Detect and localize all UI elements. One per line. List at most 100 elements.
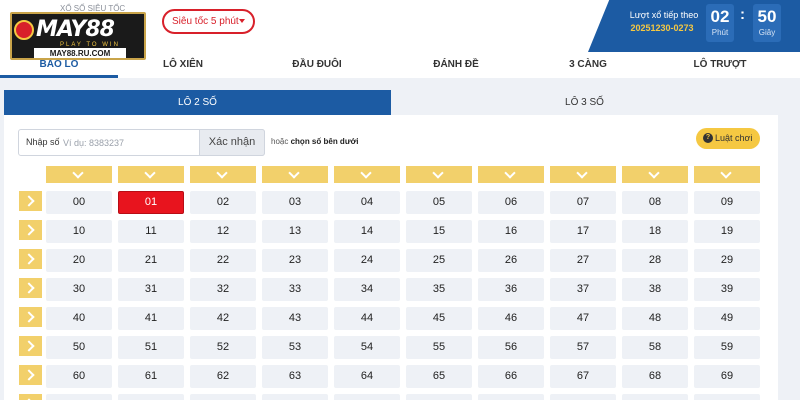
number-cell-45[interactable]: 45 [406,307,472,330]
number-cell-14[interactable]: 14 [334,220,400,243]
number-cell-30[interactable]: 30 [46,278,112,301]
number-cell-62[interactable]: 62 [190,365,256,388]
number-cell-38[interactable]: 38 [622,278,688,301]
number-cell-69[interactable]: 69 [694,365,760,388]
number-cell-09[interactable]: 09 [694,191,760,214]
number-cell-02[interactable]: 02 [190,191,256,214]
number-cell-08[interactable]: 08 [622,191,688,214]
column-select-6[interactable] [478,166,544,183]
column-select-7[interactable] [550,166,616,183]
tab-3-cang[interactable]: 3 CÀNG [538,59,638,70]
number-cell-03[interactable]: 03 [262,191,328,214]
number-cell-44[interactable]: 44 [334,307,400,330]
row-select-6[interactable] [19,365,42,385]
number-cell-77[interactable]: 77 [550,394,616,400]
number-cell-06[interactable]: 06 [478,191,544,214]
number-cell-00[interactable]: 00 [46,191,112,214]
column-select-5[interactable] [406,166,472,183]
number-cell-11[interactable]: 11 [118,220,184,243]
number-cell-36[interactable]: 36 [478,278,544,301]
number-cell-29[interactable]: 29 [694,249,760,272]
number-cell-13[interactable]: 13 [262,220,328,243]
column-select-4[interactable] [334,166,400,183]
number-cell-78[interactable]: 78 [622,394,688,400]
row-select-5[interactable] [19,336,42,356]
number-cell-21[interactable]: 21 [118,249,184,272]
number-cell-54[interactable]: 54 [334,336,400,359]
number-cell-04[interactable]: 04 [334,191,400,214]
number-input[interactable] [63,134,198,152]
column-select-8[interactable] [622,166,688,183]
number-cell-37[interactable]: 37 [550,278,616,301]
number-cell-28[interactable]: 28 [622,249,688,272]
number-cell-22[interactable]: 22 [190,249,256,272]
number-cell-33[interactable]: 33 [262,278,328,301]
number-cell-27[interactable]: 27 [550,249,616,272]
tab-dau-duoi[interactable]: ĐẦU ĐUÔI [267,59,367,70]
number-cell-48[interactable]: 48 [622,307,688,330]
number-cell-79[interactable]: 79 [694,394,760,400]
tab-bao-lo[interactable]: BAO LÔ [0,59,118,70]
brand-logo[interactable]: MAY88 PLAY TO WIN MAY88.RU.COM [10,12,146,60]
row-select-0[interactable] [19,191,42,211]
number-cell-52[interactable]: 52 [190,336,256,359]
number-cell-63[interactable]: 63 [262,365,328,388]
number-cell-40[interactable]: 40 [46,307,112,330]
column-select-1[interactable] [118,166,184,183]
number-cell-76[interactable]: 76 [478,394,544,400]
number-cell-58[interactable]: 58 [622,336,688,359]
number-cell-72[interactable]: 72 [190,394,256,400]
number-cell-32[interactable]: 32 [190,278,256,301]
number-cell-18[interactable]: 18 [622,220,688,243]
number-cell-16[interactable]: 16 [478,220,544,243]
tab-danh-de[interactable]: ĐÁNH ĐỀ [406,59,506,70]
number-cell-47[interactable]: 47 [550,307,616,330]
tab-lo-xien[interactable]: LÔ XIÊN [133,59,233,70]
number-cell-15[interactable]: 15 [406,220,472,243]
number-cell-31[interactable]: 31 [118,278,184,301]
number-cell-70[interactable]: 70 [46,394,112,400]
number-cell-49[interactable]: 49 [694,307,760,330]
number-cell-01[interactable]: 01 [118,191,184,214]
number-cell-25[interactable]: 25 [406,249,472,272]
row-select-2[interactable] [19,249,42,269]
number-cell-68[interactable]: 68 [622,365,688,388]
number-cell-10[interactable]: 10 [46,220,112,243]
number-cell-43[interactable]: 43 [262,307,328,330]
number-cell-26[interactable]: 26 [478,249,544,272]
number-cell-55[interactable]: 55 [406,336,472,359]
column-select-3[interactable] [262,166,328,183]
number-cell-50[interactable]: 50 [46,336,112,359]
number-cell-67[interactable]: 67 [550,365,616,388]
number-cell-46[interactable]: 46 [478,307,544,330]
confirm-button[interactable]: Xác nhận [199,129,265,156]
number-cell-34[interactable]: 34 [334,278,400,301]
row-select-4[interactable] [19,307,42,327]
number-cell-05[interactable]: 05 [406,191,472,214]
rules-button[interactable]: ? Luật chơi [696,128,760,149]
number-cell-41[interactable]: 41 [118,307,184,330]
number-cell-75[interactable]: 75 [406,394,472,400]
number-cell-61[interactable]: 61 [118,365,184,388]
subtab-lo-3-so[interactable]: LÔ 3 SỐ [391,90,778,115]
number-cell-39[interactable]: 39 [694,278,760,301]
number-cell-07[interactable]: 07 [550,191,616,214]
speed-select[interactable]: Siêu tốc 5 phút [162,9,255,34]
number-cell-73[interactable]: 73 [262,394,328,400]
column-select-0[interactable] [46,166,112,183]
tab-lo-truot[interactable]: LÔ TRƯỢT [670,59,770,70]
number-cell-35[interactable]: 35 [406,278,472,301]
row-select-7[interactable] [19,394,42,400]
number-cell-57[interactable]: 57 [550,336,616,359]
column-select-9[interactable] [694,166,760,183]
number-cell-71[interactable]: 71 [118,394,184,400]
number-cell-20[interactable]: 20 [46,249,112,272]
subtab-lo-2-so[interactable]: LÔ 2 SỐ [4,90,391,115]
number-cell-42[interactable]: 42 [190,307,256,330]
number-cell-24[interactable]: 24 [334,249,400,272]
row-select-1[interactable] [19,220,42,240]
number-cell-51[interactable]: 51 [118,336,184,359]
number-cell-60[interactable]: 60 [46,365,112,388]
number-cell-66[interactable]: 66 [478,365,544,388]
number-cell-53[interactable]: 53 [262,336,328,359]
